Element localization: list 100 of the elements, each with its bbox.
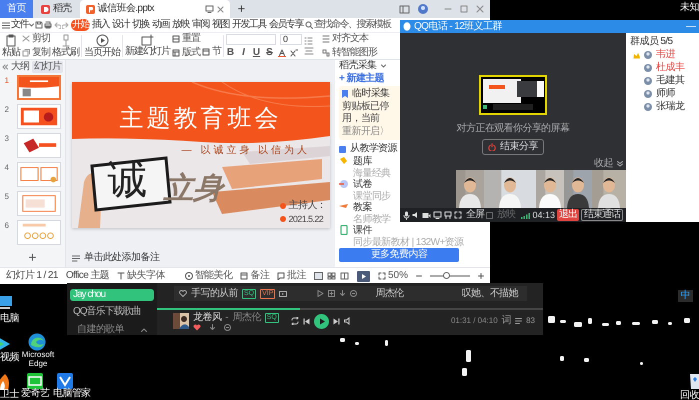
more-content-button[interactable]: 更多免费内容 <box>339 248 459 262</box>
format-button[interactable]: B <box>226 46 235 58</box>
member-name[interactable]: 张瑞龙 <box>656 101 684 113</box>
beautify-button[interactable]: 智能美化 <box>184 270 232 282</box>
menu-tab[interactable]: 插入 <box>91 19 110 31</box>
sidebar-item[interactable]: QQ音乐下载歌曲 <box>70 306 154 318</box>
cut-button[interactable]: 剪切 <box>22 33 50 45</box>
paste-button[interactable]: 粘贴 <box>2 34 20 58</box>
new-tab-button[interactable]: + <box>232 0 252 18</box>
tablet-icon[interactable] <box>399 4 410 14</box>
file-menu[interactable]: 文件 <box>11 19 28 31</box>
menu-tab[interactable]: 放映 <box>171 19 190 31</box>
camera-icon[interactable] <box>422 212 431 218</box>
icon-label[interactable]: 回收 <box>680 390 699 400</box>
menu-tab[interactable]: 切换 <box>131 19 150 31</box>
icon-label[interactable]: 电脑管家 <box>53 388 91 399</box>
heart-icon[interactable] <box>179 290 187 297</box>
format-button[interactable]: U <box>252 46 261 58</box>
comments-button[interactable]: 批注 <box>277 270 306 282</box>
member-name[interactable]: 杜成丰 <box>656 62 684 74</box>
add-icon[interactable] <box>328 290 336 297</box>
play-button-icon[interactable] <box>314 314 329 328</box>
input-method-indicator[interactable]: 中 <box>678 290 693 302</box>
track-artist[interactable]: 周杰伦 <box>232 312 261 324</box>
grid-view-icon[interactable] <box>326 272 336 280</box>
repeat-icon[interactable] <box>291 317 299 325</box>
artist-name[interactable]: 周杰伦 <box>375 288 404 300</box>
search-field[interactable]: 查找命令、搜索模板 <box>314 19 392 31</box>
smart-graphic-button[interactable]: 转智能图形 <box>322 47 377 59</box>
collapse-panel-icon[interactable] <box>2 64 8 70</box>
avatar-icon[interactable] <box>418 4 428 14</box>
screen-share-icon[interactable] <box>433 211 442 219</box>
member-name[interactable]: 毛建其 <box>656 75 684 87</box>
end-share-button[interactable]: 结束分享 <box>482 139 544 155</box>
add-slide-button[interactable]: + <box>28 251 37 263</box>
next-icon[interactable] <box>333 318 340 324</box>
fullscreen-button[interactable]: 全屏 <box>454 209 484 221</box>
new-topic-link[interactable]: + 新建主题 <box>339 73 384 85</box>
slider-thumb[interactable] <box>443 272 450 279</box>
download-icon[interactable] <box>339 290 346 297</box>
missing-fonts-button[interactable]: 缺失字体 <box>117 270 165 282</box>
play-button[interactable]: 当页开始 <box>84 34 120 58</box>
layout-button[interactable]: 版式 <box>172 47 200 59</box>
reading-view-icon[interactable] <box>340 272 349 280</box>
font-size-field[interactable]: 0 <box>280 34 302 44</box>
collapse-button[interactable]: 收起 <box>594 158 623 170</box>
normal-view-icon[interactable] <box>314 272 323 280</box>
menu-tab[interactable]: 会员专享 <box>268 19 304 31</box>
notes-button[interactable]: 备注 <box>240 270 270 282</box>
copy-button[interactable]: 复制 <box>22 47 50 59</box>
maximize-icon[interactable] <box>460 5 468 13</box>
play-icon[interactable] <box>317 290 324 297</box>
document-tab[interactable]: 稻壳 <box>34 0 78 18</box>
remove-icon[interactable] <box>224 324 231 330</box>
zoom-in-icon[interactable] <box>478 273 484 279</box>
speaker-icon[interactable] <box>412 211 420 219</box>
panel-tab[interactable]: 幻灯片 <box>32 60 63 72</box>
save-icon[interactable] <box>35 21 43 29</box>
icon-label[interactable]: 电脑 <box>0 313 19 324</box>
volume-icon[interactable] <box>344 317 352 325</box>
menu-tab[interactable]: 设计 <box>111 19 130 31</box>
align-text-button[interactable]: 对齐文本 <box>322 33 377 45</box>
font-name-field[interactable] <box>226 34 276 44</box>
slide-thumbnail[interactable] <box>16 75 60 100</box>
member-name[interactable]: 师师 <box>656 88 675 100</box>
section-button[interactable]: 节 <box>202 46 221 58</box>
resource-title[interactable]: 试卷 <box>353 179 391 191</box>
menu-tab[interactable]: 视图 <box>211 19 230 31</box>
document-tab[interactable]: 诚信班会.pptx <box>80 0 230 18</box>
format-painter-button[interactable]: 格式刷 <box>52 34 79 58</box>
remove-icon[interactable] <box>350 290 358 297</box>
new-slide-button[interactable]: 新建幻灯片 <box>125 34 170 58</box>
menu-tab[interactable]: 审阅 <box>191 19 210 31</box>
previous-icon[interactable] <box>303 318 310 324</box>
zoom-level-button[interactable]: 50% <box>378 270 408 282</box>
whiteboard-icon[interactable] <box>444 211 452 219</box>
format-button[interactable]: I <box>239 46 248 58</box>
playlist-section-header[interactable]: 自建的歌单 <box>77 324 147 335</box>
zoom-out-icon[interactable] <box>416 273 422 279</box>
resource-title[interactable]: 教案 <box>353 202 391 214</box>
member-name[interactable]: 韦进 <box>656 49 675 61</box>
mv-icon[interactable] <box>279 290 288 296</box>
icon-label[interactable]: 爱奇艺 <box>21 388 50 399</box>
slideshow-play-icon[interactable] <box>356 270 370 282</box>
notes-field[interactable]: 单击此处添加备注 <box>84 252 160 264</box>
download-icon[interactable] <box>209 324 216 330</box>
superscript-icon[interactable] <box>290 48 298 56</box>
icon-label[interactable]: 视频 <box>0 352 19 363</box>
heart-icon[interactable] <box>193 324 201 330</box>
end-call-button[interactable]: 结束通话 <box>581 209 623 221</box>
menu-tab[interactable]: 开发工具 <box>231 19 267 31</box>
close-icon[interactable] <box>476 5 484 13</box>
microphone-icon[interactable] <box>403 210 410 220</box>
format-button[interactable]: S <box>265 46 274 58</box>
print-icon[interactable] <box>44 21 52 29</box>
lyrics-button[interactable]: 词 <box>502 315 512 327</box>
minimize-button[interactable]: — <box>686 20 696 32</box>
resource-title[interactable]: 课件 <box>353 225 464 237</box>
queue-button[interactable]: 83 <box>515 315 535 327</box>
reset-button[interactable]: 重置 <box>172 33 200 45</box>
